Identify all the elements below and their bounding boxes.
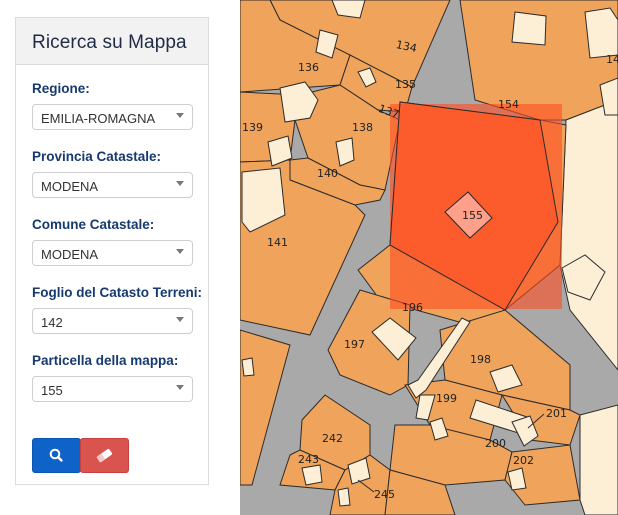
provincia-select[interactable]: MODENA: [32, 172, 193, 198]
parcel-label: 199: [436, 392, 457, 405]
search-icon: [49, 448, 63, 462]
regione-label: Regione:: [32, 81, 90, 96]
search-button[interactable]: [32, 438, 81, 473]
panel-header: Ricerca su Mappa: [16, 18, 208, 65]
building: [337, 487, 351, 507]
parcel-east[interactable]: [559, 99, 618, 371]
parcel-label: 139: [242, 121, 263, 134]
comune-value: MODENA: [41, 247, 99, 262]
parcel-label: 198: [470, 353, 491, 366]
chevron-down-icon: [176, 385, 184, 390]
provincia-value: MODENA: [41, 179, 99, 194]
parcel-label: 202: [513, 454, 534, 467]
parcel-label: 154: [498, 98, 519, 111]
parcel-label: 196: [402, 301, 423, 314]
comune-select[interactable]: MODENA: [32, 240, 193, 266]
search-panel: Ricerca su Mappa Regione: EMILIA-ROMAGNA…: [15, 17, 209, 485]
clear-button[interactable]: [80, 438, 129, 473]
building: [584, 7, 618, 59]
chevron-down-icon: [176, 113, 184, 118]
parcel-left-strip[interactable]: [240, 329, 291, 486]
particella-label: Particella della mappa:: [32, 353, 179, 368]
foglio-select[interactable]: 142: [32, 308, 193, 334]
parcel-label: 135: [395, 78, 416, 91]
comune-label: Comune Catastale:: [32, 217, 155, 232]
chevron-down-icon: [176, 249, 184, 254]
map-canvas: 134 136 135 137 138 139 140 141 14 154 1…: [240, 0, 618, 515]
chevron-down-icon: [176, 181, 184, 186]
building: [301, 464, 323, 486]
panel-title: Ricerca su Mappa: [32, 32, 187, 53]
parcel-label: 14: [606, 53, 618, 66]
provincia-label: Provincia Catastale:: [32, 149, 162, 164]
parcel-label: 201: [546, 407, 567, 420]
building: [241, 357, 255, 377]
parcel-label: 243: [298, 453, 319, 466]
parcel-label: 141: [267, 236, 288, 249]
parcel-label: 155: [462, 209, 483, 222]
parcel-label: 138: [352, 121, 373, 134]
parcel-label: 242: [322, 432, 343, 445]
foglio-value: 142: [41, 315, 63, 330]
foglio-label: Foglio del Catasto Terreni:: [32, 285, 203, 300]
parcel-south-east[interactable]: [579, 404, 618, 515]
particella-value: 155: [41, 383, 63, 398]
parcel-label: 245: [374, 488, 395, 501]
parcel-label: 200: [485, 437, 506, 450]
eraser-icon: [96, 448, 113, 463]
chevron-down-icon: [176, 317, 184, 322]
parcel-label: 197: [344, 338, 365, 351]
regione-value: EMILIA-ROMAGNA: [41, 111, 156, 126]
regione-select[interactable]: EMILIA-ROMAGNA: [32, 104, 193, 130]
particella-select[interactable]: 155: [32, 376, 193, 402]
parcel-label: 140: [317, 167, 338, 180]
parcel-label: 136: [298, 61, 319, 74]
cadastral-map[interactable]: 134 136 135 137 138 139 140 141 14 154 1…: [240, 0, 618, 515]
building: [511, 11, 547, 46]
